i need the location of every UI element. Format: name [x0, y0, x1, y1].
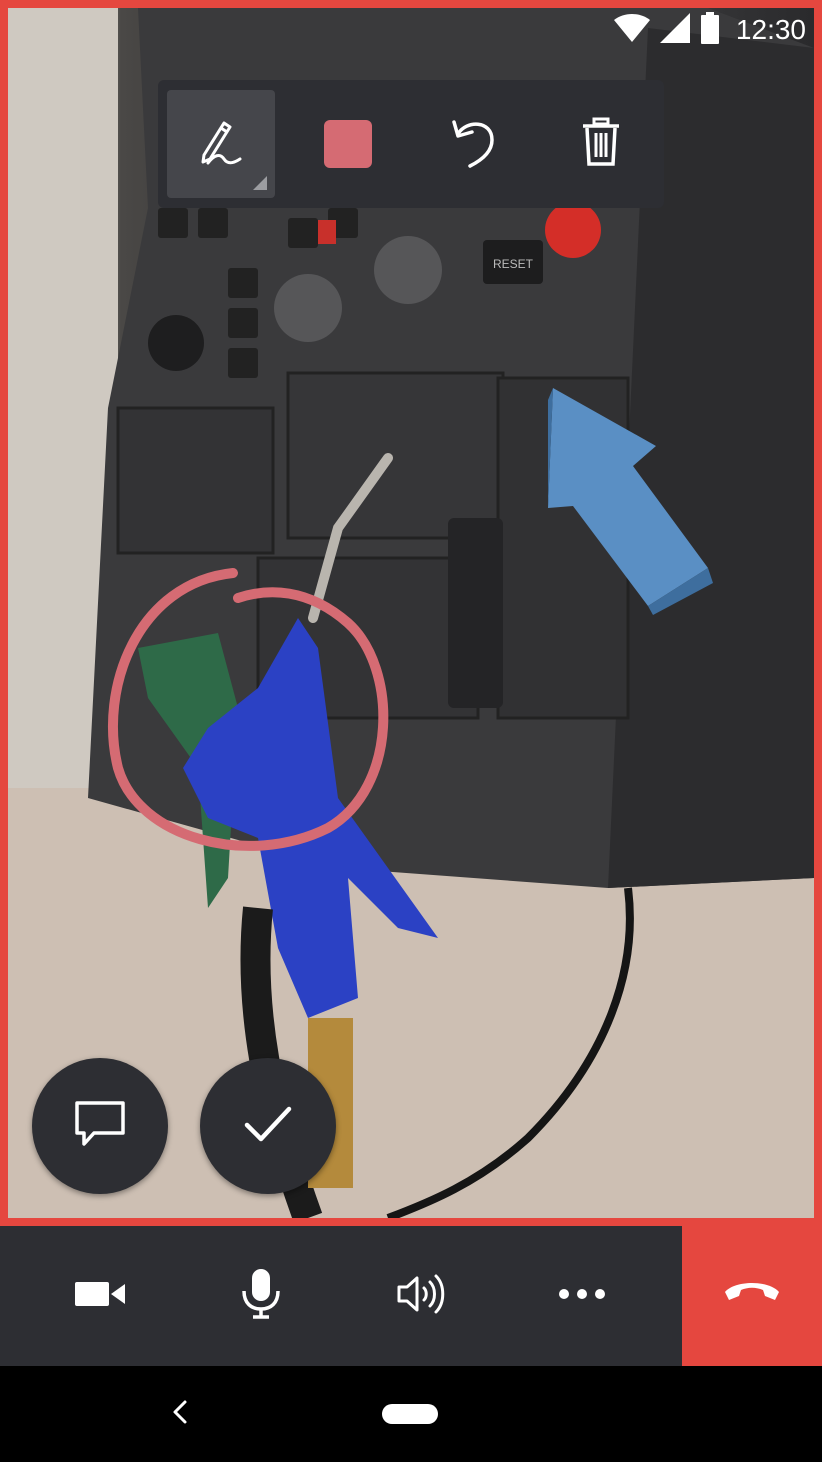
selected-color-swatch [323, 120, 372, 168]
video-toggle-button[interactable] [50, 1246, 150, 1346]
wifi-icon [613, 13, 650, 47]
red-indicator [318, 220, 336, 244]
panel-recess-left [116, 406, 275, 555]
microphone-icon [241, 1268, 281, 1324]
status-time: 12:30 [735, 14, 806, 45]
color-picker-button[interactable] [294, 90, 402, 198]
nav-home-pill[interactable] [382, 1404, 438, 1424]
chevron-left-icon [172, 1399, 188, 1430]
reset-label: RESET [493, 257, 534, 271]
annotation-toolbar [158, 80, 664, 208]
more-dots-icon [558, 1287, 606, 1305]
bracket [448, 518, 503, 708]
delete-button[interactable] [547, 90, 655, 198]
chat-icon [74, 1100, 126, 1153]
panel-recess-mid [286, 371, 505, 540]
undo-button[interactable] [420, 90, 528, 198]
signal-icon [659, 12, 690, 48]
status-bar: 12:30 [613, 8, 814, 52]
trash-icon [581, 117, 621, 172]
microphone-toggle-button[interactable] [211, 1246, 311, 1346]
nav-back-button[interactable] [162, 1394, 198, 1434]
confirm-button[interactable] [200, 1058, 336, 1194]
knob-right [374, 236, 442, 304]
emergency-stop [545, 202, 601, 258]
end-call-button[interactable] [682, 1218, 822, 1366]
pen-tool-button[interactable] [167, 90, 276, 198]
pen-icon [194, 115, 248, 174]
checkmark-icon [244, 1105, 292, 1148]
hang-up-phone-icon [723, 1278, 781, 1307]
speaker-toggle-button[interactable] [371, 1246, 471, 1346]
undo-icon [452, 116, 496, 173]
call-controls-bar [0, 1226, 682, 1366]
chat-button[interactable] [32, 1058, 168, 1194]
more-options-button[interactable] [532, 1246, 632, 1346]
battery-icon [700, 11, 720, 49]
knob-small [148, 315, 204, 371]
knob-left [274, 274, 342, 342]
video-camera-icon [75, 1281, 126, 1312]
speaker-icon [396, 1273, 446, 1320]
